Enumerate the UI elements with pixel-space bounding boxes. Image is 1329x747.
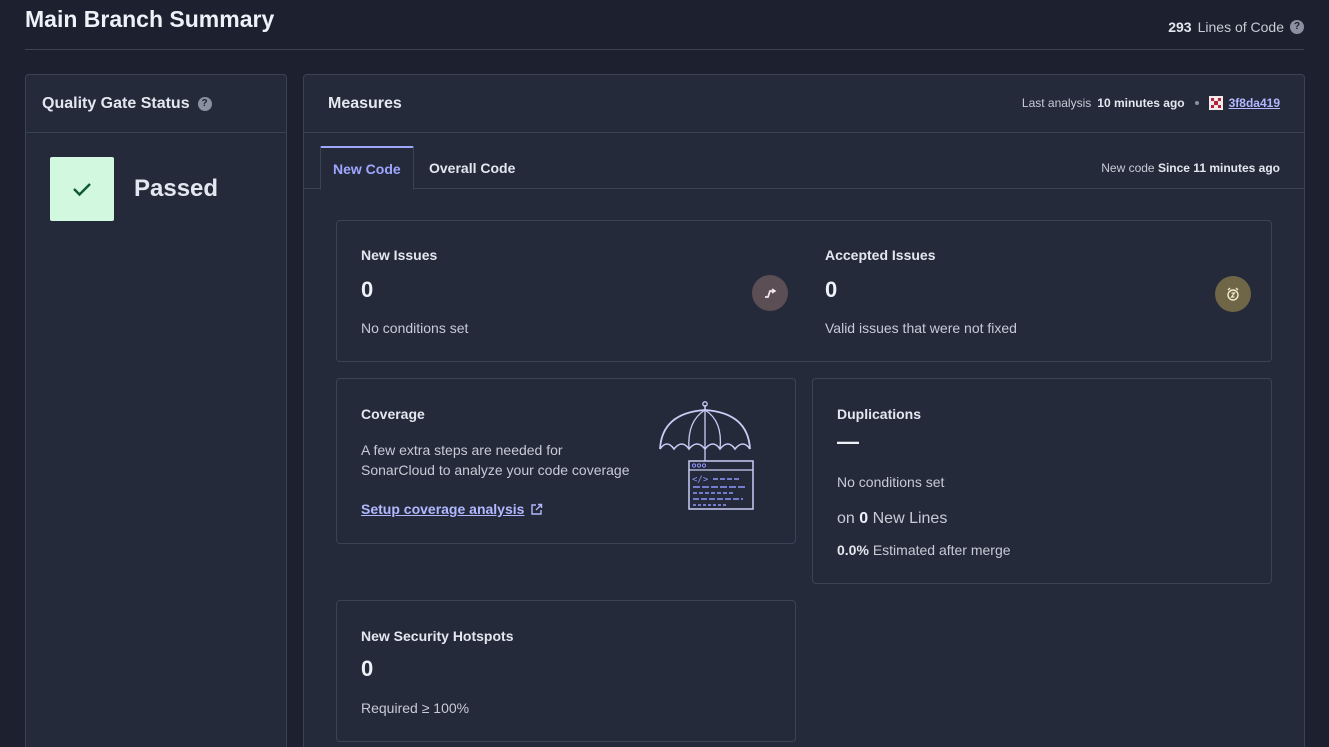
new-lines-value[interactable]: 0: [859, 510, 868, 527]
hotspots-value[interactable]: 0: [361, 656, 373, 682]
coverage-text-line2: SonarCloud to analyze your code coverage: [361, 462, 630, 478]
new-code-period: New code Since 11 minutes ago: [1101, 161, 1280, 175]
duplications-value: —: [837, 429, 859, 454]
on-prefix: on: [837, 510, 855, 527]
new-issues-sub: No conditions set: [361, 320, 469, 336]
security-hotspots-card: New Security Hotspots 0 Required ≥ 100%: [336, 600, 796, 742]
measures-title: Measures: [328, 95, 402, 112]
estimate-label: Estimated after merge: [872, 542, 1011, 558]
lines-of-code: 293 Lines of Code ?: [1168, 19, 1304, 35]
duplications-sub: No conditions set: [837, 474, 945, 490]
new-issues-value[interactable]: 0: [361, 277, 373, 303]
new-issues-title: New Issues: [361, 247, 438, 263]
last-analysis-value: 10 minutes ago: [1097, 96, 1185, 110]
estimate-value: 0.0%: [837, 542, 869, 558]
passed-badge: [50, 157, 114, 221]
quality-gate-title: Quality Gate Status: [42, 94, 190, 112]
duplications-card: Duplications — No conditions set on 0 Ne…: [812, 378, 1272, 584]
setup-coverage-label: Setup coverage analysis: [361, 501, 525, 517]
help-icon[interactable]: ?: [197, 96, 212, 111]
quality-gate-panel: Quality Gate Status ? Passed: [25, 74, 287, 747]
last-analysis: Last analysis 10 minutes ago 3f8da419: [1022, 96, 1280, 110]
help-icon[interactable]: ?: [1290, 20, 1304, 34]
duplications-title: Duplications: [837, 406, 922, 422]
accepted-issues-title: Accepted Issues: [825, 247, 936, 263]
new-lines-count: on 0 New Lines: [837, 510, 947, 528]
new-code-label: New code: [1101, 161, 1155, 175]
external-link-icon: [531, 503, 543, 515]
last-analysis-label: Last analysis: [1021, 96, 1092, 110]
loc-label: Lines of Code: [1197, 19, 1284, 35]
new-lines-label: New Lines: [872, 510, 948, 527]
checkmark-icon: [73, 183, 91, 197]
hotspots-title: New Security Hotspots: [361, 628, 514, 644]
avatar-icon: [1208, 96, 1223, 110]
coverage-title: Coverage: [361, 406, 425, 422]
measures-header: Measures Last analysis 10 minutes ago 3f…: [304, 75, 1304, 133]
snooze-clock-icon: [1215, 276, 1251, 312]
hotspots-sub: Required ≥ 100%: [361, 700, 470, 716]
page-title: Main Branch Summary: [25, 6, 275, 32]
separator-dot: [1194, 101, 1199, 105]
coverage-card: Coverage A few extra steps are needed fo…: [336, 378, 796, 544]
code-tabs: New Code Overall Code New code Since 11 …: [304, 133, 1304, 190]
coverage-text-line1: A few extra steps are needed for: [361, 442, 563, 458]
quality-gate-status: Passed: [134, 175, 219, 202]
tab-new-code[interactable]: New Code: [320, 146, 414, 190]
quality-gate-header: Quality Gate Status ?: [26, 75, 286, 133]
issues-card: New Issues 0 No conditions set Accepted …: [336, 220, 1272, 362]
issue-arrow-icon: [752, 275, 788, 311]
new-code-value: Since 11 minutes ago: [1157, 161, 1280, 175]
commit-link[interactable]: 3f8da419: [1229, 96, 1280, 110]
accepted-issues-value[interactable]: 0: [825, 277, 837, 303]
loc-count: 293: [1168, 19, 1192, 35]
page-header: Main Branch Summary 293 Lines of Code ?: [25, 0, 1304, 50]
umbrella-illustration-icon: </>: [659, 401, 754, 510]
setup-coverage-link[interactable]: Setup coverage analysis: [361, 501, 543, 517]
accepted-issues-sub: Valid issues that were not fixed: [825, 320, 1017, 336]
tab-overall-code[interactable]: Overall Code: [417, 146, 527, 189]
svg-text:</>: </>: [692, 475, 709, 485]
estimate-after-merge: 0.0% Estimated after merge: [837, 542, 1011, 558]
